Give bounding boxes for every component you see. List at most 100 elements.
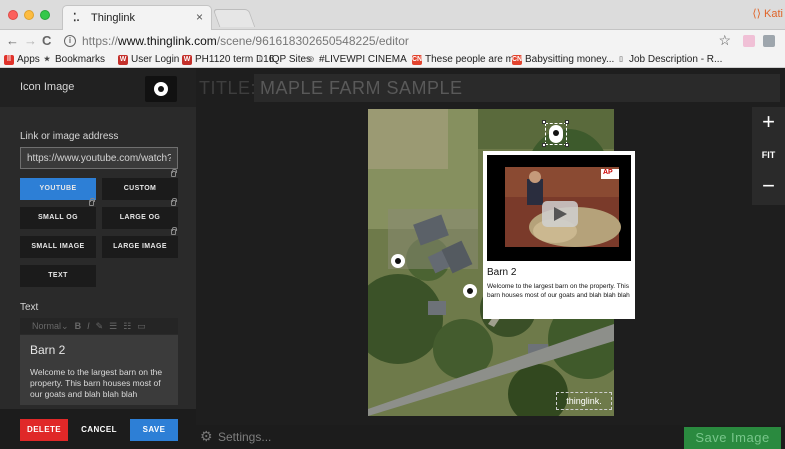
bookmarks-bar: ⠿ Apps ★ Bookmarks W User Login W PH1120 term D… [0,52,785,68]
hotspot-dot-icon [154,82,168,96]
bookmark-label: Apps [17,54,40,65]
bookmark-item[interactable]: ★ Bookmarks [42,54,105,65]
lock-icon [171,198,177,206]
forward-arrow-icon[interactable]: → [24,33,37,48]
extension-icon[interactable] [763,35,775,47]
style-select[interactable]: Normal⌄ [26,321,69,332]
zoom-fit-button[interactable]: FIT [752,150,785,160]
w-icon: W [118,54,128,65]
icon-image-row: Icon Image [0,69,196,107]
close-window-button[interactable] [8,10,18,20]
bookmark-item[interactable]: ◎ #LIVEWPI CINEMA [306,54,407,65]
url-prefix: https:// [82,34,119,48]
link-type-small-og-button[interactable]: SMALL OG [20,207,96,229]
title-label: TITLE: [199,78,257,98]
bookmark-label: Job Description - R... [629,54,723,65]
tag-text-editor[interactable]: Barn 2 Welcome to the largest barn on th… [20,335,178,405]
bookmark-item[interactable]: ⠿ Apps [4,54,40,65]
clear-format-icon[interactable]: ▭ [137,321,146,332]
selected-hotspot-marker[interactable] [542,120,569,147]
news-icon: CN [512,54,523,65]
italic-icon[interactable]: I [87,321,90,331]
tag-text-body: Welcome to the largest barn on the prope… [30,367,163,399]
bookmark-item[interactable]: CN These people are m... [412,54,522,65]
title-bar: TITLE: [196,74,785,102]
bookmark-label: User Login [131,54,180,65]
url-field[interactable]: https://www.thinglink.com/scene/96161830… [82,34,409,48]
link-type-youtube-button[interactable]: YOUTUBE [20,178,96,200]
bookmark-label: Babysitting money... [525,54,615,65]
thinglink-editor: Icon Image Link or image address YOUTUBE… [0,69,785,449]
page-icon: ▯ [259,55,263,63]
bookmark-item[interactable]: ▯ IQP Sites [256,54,311,65]
url-path: /scene/961618302650548225/editor [216,34,409,48]
news-icon: CN [412,54,423,65]
zoom-out-button[interactable]: − [752,173,785,199]
lock-icon [89,198,95,206]
browser-tab-bar: ⁚. Thinglink × ⟨⟩ Kati [0,0,785,30]
bookmark-item[interactable]: W User Login [118,54,179,65]
hotspot-marker[interactable] [463,284,477,298]
profile-button[interactable]: ⟨⟩ Kati [752,7,783,20]
bold-icon[interactable]: B [75,321,82,331]
gear-icon[interactable]: ⚙ [200,428,213,445]
save-image-button[interactable]: Save Image [684,427,781,449]
bookmark-item[interactable]: CN Babysitting money... [512,54,614,65]
tooltip-title: Barn 2 [487,267,517,278]
ordered-list-icon[interactable]: ☰ [109,321,117,332]
delete-button[interactable]: DELETE [20,419,68,441]
thinglink-watermark: thinglink. [556,392,612,410]
globe-icon: ◎ [307,55,315,63]
resize-handle[interactable] [565,120,569,124]
link-icon[interactable]: ✎ [96,321,104,332]
minimize-window-button[interactable] [24,10,34,20]
youtube-video-thumbnail[interactable]: AP [487,155,631,261]
zoom-in-button[interactable]: + [752,109,785,135]
bullet-list-icon[interactable]: ☷ [123,321,131,332]
cancel-button[interactable]: CANCEL [76,419,122,441]
bookmark-label: Bookmarks [55,54,106,65]
style-select-value: Normal [32,320,62,331]
lock-icon [171,227,177,235]
link-type-large-image-button[interactable]: LARGE IMAGE [102,236,178,258]
bookmark-label: These people are m... [425,54,523,65]
back-arrow-icon[interactable]: ← [6,33,19,48]
bookmark-item[interactable]: ▯ Job Description - R... [616,54,722,65]
link-type-small-image-button[interactable]: SMALL IMAGE [20,236,96,258]
icon-image-picker[interactable] [145,76,177,102]
save-button[interactable]: SAVE [130,419,178,441]
maximize-window-button[interactable] [40,10,50,20]
address-bar: ← → C i https://www.thinglink.com/scene/… [0,30,785,52]
bookmark-label: #LIVEWPI CINEMA [319,54,407,65]
link-type-text-button[interactable]: TEXT [20,265,96,287]
page-icon: ▯ [619,55,623,63]
link-type-large-og-button[interactable]: LARGE OG [102,207,178,229]
reload-icon[interactable]: C [42,33,51,48]
url-host: www.thinglink.com [118,34,217,48]
resize-handle[interactable] [542,120,546,124]
settings-button[interactable]: Settings... [218,430,271,444]
resize-handle[interactable] [542,143,546,147]
site-info-icon[interactable]: i [64,35,76,47]
title-input[interactable] [254,74,780,102]
link-address-input[interactable] [20,147,178,169]
tab-close-icon[interactable]: × [196,10,203,24]
resize-handle[interactable] [565,143,569,147]
browser-tab[interactable]: ⁚. Thinglink × [62,5,212,30]
link-type-custom-button[interactable]: CUSTOM [102,178,178,200]
zoom-controls: + FIT − [752,107,785,205]
apps-icon: ⠿ [4,54,14,65]
tag-text-title: Barn 2 [30,343,66,357]
profile-name: Kati [764,8,783,20]
w-icon: W [182,54,192,65]
bookmark-star-icon[interactable]: ☆ [718,32,731,49]
hotspot-marker[interactable] [391,254,405,268]
extension-icon[interactable] [743,35,755,47]
link-label: Link or image address [20,131,119,142]
tag-editor-panel: Icon Image Link or image address YOUTUBE… [0,69,196,449]
tag-preview-tooltip: AP Barn 2 Welcome to the largest barn on… [483,151,635,319]
new-tab-button[interactable] [212,9,256,27]
text-label: Text [20,302,39,313]
lock-icon [171,169,177,177]
star-icon: ★ [43,55,51,63]
